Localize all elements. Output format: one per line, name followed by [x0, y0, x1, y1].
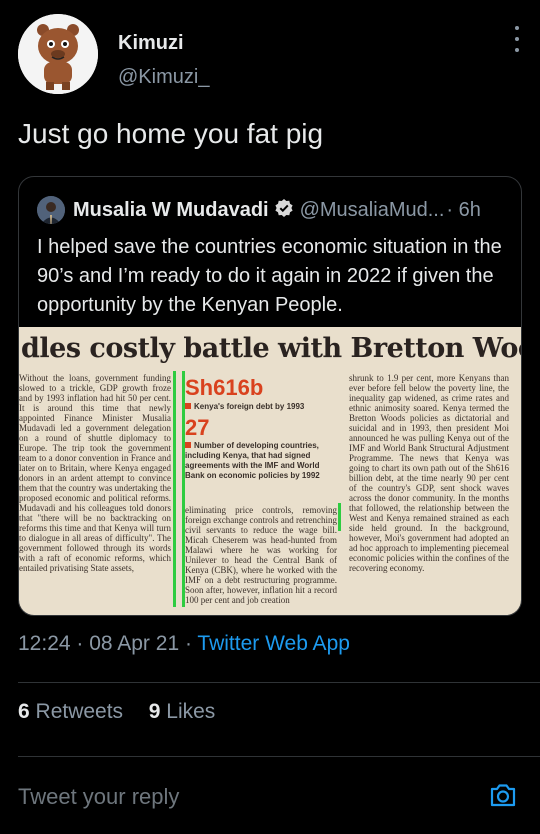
quoted-tweet-time[interactable]: · 6h [446, 199, 480, 222]
tweet-meta: 12:24 · 08 Apr 21 · Twitter Web App [18, 632, 350, 656]
clipping-headline: dles costly battle with Bretton Woods in… [21, 333, 521, 364]
retweets-stat[interactable]: 6 Retweets [18, 700, 123, 723]
clipping-column-3: shrunk to 1.9 per cent, more Kenyans tha… [349, 373, 509, 573]
author-avatar[interactable] [18, 14, 98, 94]
highlight-line [173, 371, 176, 607]
quoted-tweet-text: I helped save the countries economic sit… [37, 236, 502, 316]
clipping-column-1: Without the loans, government funding sl… [19, 373, 171, 573]
camera-icon[interactable] [488, 780, 518, 810]
clipping-stat-countries-caption: Number of developing countries, includin… [185, 441, 320, 480]
quoted-author-handle[interactable]: @MusaliaMud... [300, 199, 445, 222]
highlight-line [182, 371, 185, 607]
likes-stat[interactable]: 9 Likes [149, 700, 216, 723]
clipping-stat-debt: Sh616b [185, 375, 264, 400]
highlight-line [338, 503, 341, 531]
clipping-column-2: eliminating price controls, removing for… [185, 505, 337, 605]
quoted-tweet[interactable]: Musalia W Mudavadi @MusaliaMud... · 6h I… [18, 176, 522, 616]
quoted-author-avatar[interactable] [37, 196, 65, 224]
divider [18, 682, 540, 683]
verified-badge-icon [274, 198, 294, 223]
divider [18, 756, 540, 757]
newspaper-clipping-image[interactable]: dles costly battle with Bretton Woods in… [19, 327, 521, 615]
reply-input[interactable]: Tweet your reply [18, 784, 179, 810]
author-handle[interactable]: @Kimuzi_ [118, 66, 209, 89]
tweet-header: Kimuzi @Kimuzi_ [18, 14, 522, 94]
tweet-timestamp[interactable]: 12:24 · 08 Apr 21 · [18, 632, 197, 655]
tweet-text: Just go home you fat pig [18, 118, 324, 149]
clipping-stat-countries: 27 [185, 415, 210, 440]
tweet-stats: 6 Retweets 9 Likes [18, 700, 215, 724]
quoted-author-name[interactable]: Musalia W Mudavadi [73, 199, 269, 222]
more-options-icon[interactable] [512, 26, 522, 52]
author-name[interactable]: Kimuzi [118, 32, 184, 55]
source-app-link[interactable]: Twitter Web App [197, 632, 350, 655]
clipping-stat-debt-caption: Kenya's foreign debt by 1993 [185, 402, 304, 411]
quoted-tweet-header: Musalia W Mudavadi @MusaliaMud... · 6h [37, 195, 505, 225]
